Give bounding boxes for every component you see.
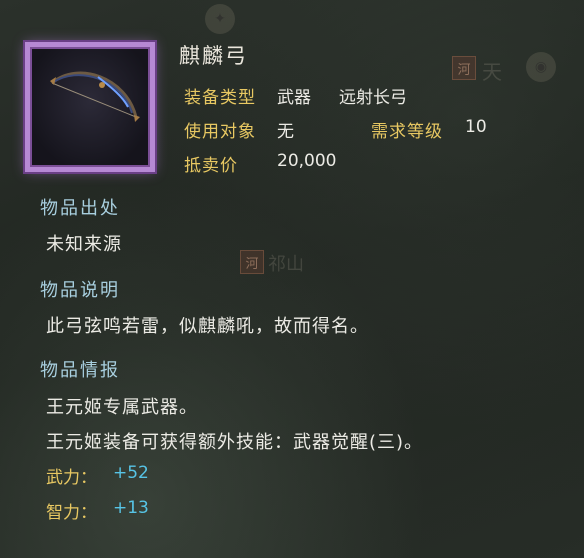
- level-req-label: 需求等级: [371, 122, 443, 142]
- sell-price-label: 抵卖价: [184, 156, 238, 176]
- target-value: 无: [277, 122, 294, 142]
- target-label: 使用对象: [184, 122, 256, 142]
- description-title: 物品说明: [40, 280, 120, 301]
- map-place-name: 天: [482, 60, 502, 84]
- map-river-tag: 河: [452, 56, 476, 80]
- weapon-class-value: 远射长弓: [339, 88, 407, 108]
- level-req-value: 10: [465, 117, 487, 137]
- stat-label-intellect: 智力：: [46, 503, 97, 523]
- intel-line: 王元姬专属武器。: [46, 397, 198, 418]
- map-place-name: 祁山: [268, 254, 304, 275]
- origin-text: 未知来源: [46, 234, 122, 255]
- stat-value-strength: +52: [113, 463, 149, 483]
- equip-type-label: 装备类型: [184, 88, 256, 108]
- item-name: 麒麟弓: [179, 44, 248, 68]
- equip-type-value: 武器: [277, 88, 311, 108]
- description-text: 此弓弦鸣若雷，似麒麟吼，故而得名。: [46, 316, 369, 337]
- intel-line: 王元姬装备可获得额外技能：武器觉醒(三)。: [46, 432, 424, 453]
- bow-icon: [50, 71, 140, 122]
- origin-title: 物品出处: [40, 198, 120, 219]
- stat-label-strength: 武力：: [46, 468, 97, 488]
- stat-value-intellect: +13: [113, 498, 149, 518]
- map-river-tag: 河: [240, 250, 264, 274]
- map-marker-icon: ◉: [526, 52, 556, 82]
- item-portrait: [25, 42, 155, 172]
- intel-title: 物品情报: [40, 360, 120, 381]
- map-marker-icon: ✦: [205, 4, 235, 34]
- sell-price-value: 20,000: [277, 151, 337, 171]
